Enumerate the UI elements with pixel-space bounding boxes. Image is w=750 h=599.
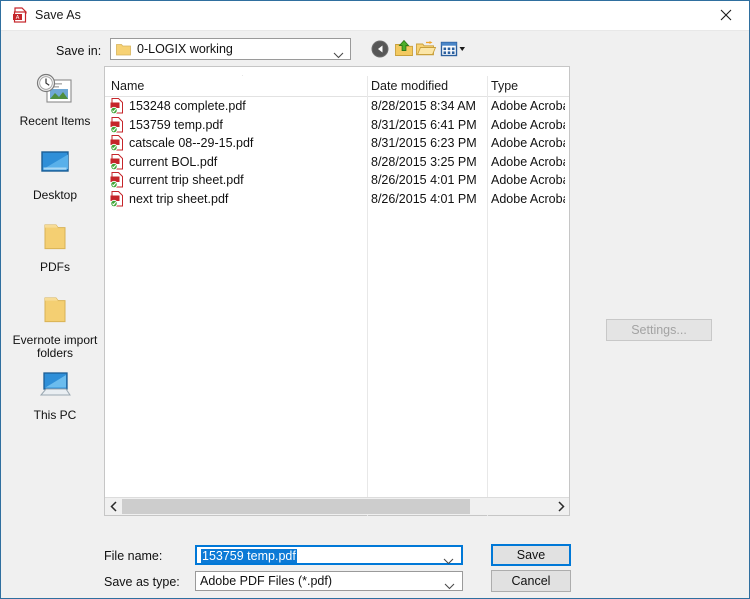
file-name: next trip sheet.pdf <box>129 191 229 206</box>
file-date-modified: 8/28/2015 3:25 PM <box>371 154 477 169</box>
file-name: 153759 temp.pdf <box>129 117 223 132</box>
table-row[interactable]: 153759 temp.pdf 8/31/2015 6:41 PM Adobe … <box>105 116 569 135</box>
column-header-date-modified[interactable]: Date modified <box>371 78 486 94</box>
save-as-type-label: Save as type: <box>104 575 180 589</box>
column-header-type[interactable]: Type <box>491 78 567 94</box>
window-title: Save As <box>35 8 81 22</box>
sidebar-item-pdfs[interactable]: PDFs <box>9 215 101 274</box>
column-header-name[interactable]: Name <box>111 78 366 94</box>
file-type: Adobe Acrobat <box>491 117 565 132</box>
folder-icon <box>9 215 101 259</box>
sidebar-item-evernote-import-folders[interactable]: Evernote import folders <box>9 288 101 360</box>
file-date-modified: 8/26/2015 4:01 PM <box>371 173 477 187</box>
settings-button[interactable]: Settings... <box>606 319 712 341</box>
file-date-modified: 8/31/2015 6:41 PM <box>371 117 477 132</box>
file-list-panel: Name Date modified Type 153248 complete.… <box>104 66 570 516</box>
file-name-value: 153759 temp.pdf <box>201 549 297 563</box>
up-folder-icon[interactable] <box>393 38 415 60</box>
file-name: 153248 complete.pdf <box>129 99 246 113</box>
sidebar-item-label: Recent Items <box>19 114 91 128</box>
save-as-dialog: A Save As Save in: 0-LOGIX working Recen… <box>0 0 750 599</box>
file-date-modified: 8/31/2015 6:23 PM <box>371 136 477 150</box>
sidebar-item-label: Evernote import folders <box>12 333 98 360</box>
save-as-type-select[interactable]: Adobe PDF Files (*.pdf) <box>195 571 463 591</box>
save-as-type-value: Adobe PDF Files (*.pdf) <box>200 574 332 588</box>
table-row[interactable]: 153248 complete.pdf 8/28/2015 8:34 AM Ad… <box>105 97 569 116</box>
file-type: Adobe Acrobat <box>491 136 565 150</box>
sidebar-item-desktop[interactable]: Desktop <box>9 143 101 202</box>
file-name: catscale 08--29-15.pdf <box>129 136 254 150</box>
new-folder-icon[interactable] <box>415 38 437 60</box>
desktop-icon <box>9 143 101 187</box>
horizontal-scrollbar[interactable] <box>105 497 569 515</box>
cancel-button[interactable]: Cancel <box>491 570 571 592</box>
places-bar: Recent Items Desktop PDFs Evernote impor… <box>9 63 101 501</box>
sidebar-item-label: Desktop <box>32 188 78 202</box>
chevron-down-icon[interactable] <box>444 577 455 595</box>
folder-icon <box>116 42 131 56</box>
file-type: Adobe Acrobat <box>491 173 565 187</box>
sidebar-item-this-pc[interactable]: This PC <box>9 363 101 422</box>
save-button[interactable]: Save <box>491 544 571 566</box>
save-in-value: 0-LOGIX working <box>137 42 233 56</box>
scrollbar-thumb[interactable] <box>122 499 470 514</box>
pdf-icon: A <box>12 7 29 24</box>
file-name-input[interactable]: 153759 temp.pdf <box>195 545 463 565</box>
sidebar-item-recent-items[interactable]: Recent Items <box>9 69 101 128</box>
folder-icon <box>9 288 101 332</box>
file-name-label: File name: <box>104 549 163 563</box>
save-in-combobox[interactable]: 0-LOGIX working <box>110 38 351 60</box>
scroll-left-icon[interactable] <box>105 498 122 515</box>
file-type: Adobe Acrobat <box>491 154 565 169</box>
sidebar-item-label: This PC <box>33 408 77 422</box>
file-date-modified: 8/26/2015 4:01 PM <box>371 191 477 206</box>
this-pc-icon <box>9 363 101 407</box>
scroll-right-icon[interactable] <box>552 498 569 515</box>
file-date-modified: 8/28/2015 8:34 AM <box>371 99 476 113</box>
table-row[interactable]: next trip sheet.pdf 8/26/2015 4:01 PM Ad… <box>105 190 569 209</box>
views-icon[interactable] <box>439 38 469 60</box>
title-bar: A Save As <box>1 1 749 31</box>
file-type: Adobe Acrobat <box>491 191 565 206</box>
table-row[interactable]: current BOL.pdf 8/28/2015 3:25 PM Adobe … <box>105 153 569 172</box>
file-name: current BOL.pdf <box>129 154 218 169</box>
svg-text:A: A <box>16 15 20 21</box>
table-row[interactable]: catscale 08--29-15.pdf 8/31/2015 6:23 PM… <box>105 134 569 153</box>
chevron-down-icon <box>333 46 344 64</box>
chevron-down-icon[interactable] <box>443 552 454 570</box>
file-type: Adobe Acrobat <box>491 99 565 113</box>
file-rows: 153248 complete.pdf 8/28/2015 8:34 AM Ad… <box>105 97 569 208</box>
sidebar-item-label: PDFs <box>40 260 70 274</box>
table-row[interactable]: current trip sheet.pdf 8/26/2015 4:01 PM… <box>105 171 569 190</box>
close-icon[interactable] <box>703 1 749 29</box>
column-header-row: Name Date modified Type <box>105 76 569 97</box>
recent-items-icon <box>9 69 101 113</box>
back-icon[interactable] <box>369 38 391 60</box>
save-in-label: Save in: <box>56 44 102 58</box>
file-name: current trip sheet.pdf <box>129 173 244 187</box>
